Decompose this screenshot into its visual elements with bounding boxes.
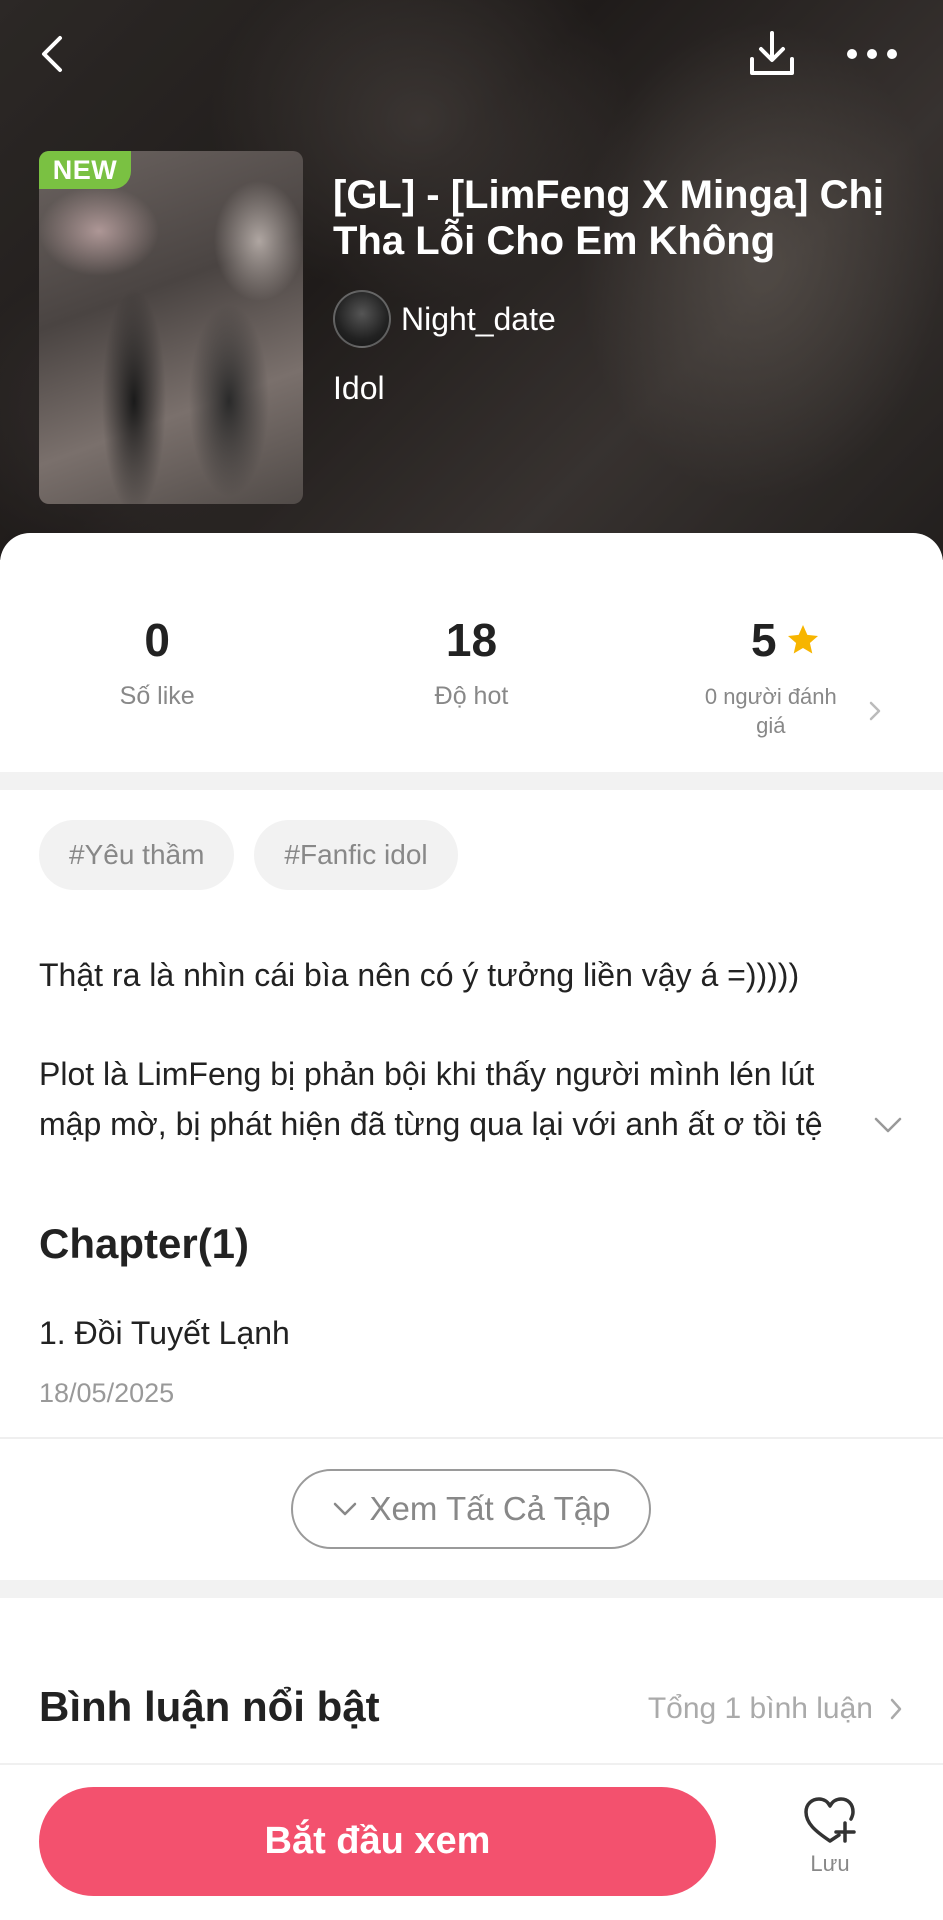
story-genre: Idol	[333, 370, 385, 406]
author-name[interactable]: Night_date	[401, 301, 556, 338]
description-paragraph-1: Thật ra là nhìn cái bìa nên có ý tưởng l…	[39, 957, 800, 993]
section-divider	[0, 1580, 943, 1598]
comments-total-label: Tổng 1 bình luận	[647, 1692, 873, 1725]
back-arrow-icon	[42, 36, 62, 72]
likes-label: Số like	[119, 682, 195, 710]
chevron-right-icon	[869, 701, 881, 721]
description-paragraph-2-line-1: Plot là LimFeng bị phản bội khi thấy ngư…	[39, 1056, 815, 1092]
story-description[interactable]: Thật ra là nhìn cái bìa nên có ý tưởng l…	[39, 950, 889, 1149]
rating-label-row[interactable]: 0 người đánh giá	[691, 682, 881, 740]
comments-total-link[interactable]: Tổng 1 bình luận	[648, 1692, 903, 1726]
section-divider	[0, 772, 943, 790]
description-paragraph-2-line-2: mập mờ, bị phát hiện đã từng qua lại với…	[39, 1106, 823, 1142]
hot-label: Độ hot	[434, 682, 509, 710]
start-reading-button[interactable]: Bắt đầu xem	[39, 1787, 716, 1896]
rating-value-row: 5	[751, 612, 821, 668]
chevron-down-icon	[874, 1117, 902, 1133]
download-icon	[750, 31, 794, 75]
tag-yeu-tham[interactable]: #Yêu thầm	[39, 820, 235, 890]
hot-value: 18	[445, 614, 498, 666]
stats-row: 0 Số like 18 Độ hot 5 0 người đánh giá	[0, 612, 943, 762]
view-all-label: Xem Tất Cả Tập	[369, 1490, 611, 1527]
star-icon	[787, 625, 818, 654]
more-icon	[847, 49, 897, 59]
expand-description-button[interactable]	[868, 1105, 908, 1145]
tag-list: #Yêu thầm #Fanfic idol	[39, 820, 458, 890]
author-avatar[interactable]	[333, 290, 391, 348]
stat-likes: 0 Số like	[0, 612, 314, 762]
stat-rating[interactable]: 5 0 người đánh giá	[629, 612, 943, 762]
save-button[interactable]: Lưu	[780, 1795, 880, 1895]
chapter-item-date: 18/05/2025	[39, 1378, 175, 1408]
chapter-heading: Chapter(1)	[39, 1220, 250, 1267]
save-label: Lưu	[810, 1851, 850, 1876]
story-title: [GL] - [LimFeng X Minga] Chị Tha Lỗi Cho…	[333, 173, 885, 263]
stat-hot: 18 Độ hot	[314, 612, 628, 762]
featured-comments-heading: Bình luận nổi bật	[39, 1683, 380, 1730]
chevron-down-icon	[333, 1502, 356, 1516]
rating-value: 5	[751, 614, 777, 666]
story-cover-image[interactable]	[39, 151, 303, 504]
chapter-item-title[interactable]: 1. Đồi Tuyết Lạnh	[39, 1315, 290, 1352]
chevron-right-icon	[890, 1698, 902, 1720]
heart-plus-icon	[804, 1797, 856, 1843]
likes-value: 0	[144, 614, 170, 666]
rating-label: 0 người đánh giá	[704, 684, 837, 738]
tag-fanfic-idol[interactable]: #Fanfic idol	[254, 820, 458, 890]
chapter-divider	[0, 1437, 943, 1439]
download-button[interactable]	[740, 22, 804, 86]
view-all-chapters-button[interactable]: Xem Tất Cả Tập	[291, 1469, 651, 1549]
author-info[interactable]: Night_date	[333, 290, 556, 348]
more-options-button[interactable]	[840, 22, 904, 86]
back-button[interactable]	[22, 22, 86, 86]
new-badge: NEW	[39, 151, 131, 189]
